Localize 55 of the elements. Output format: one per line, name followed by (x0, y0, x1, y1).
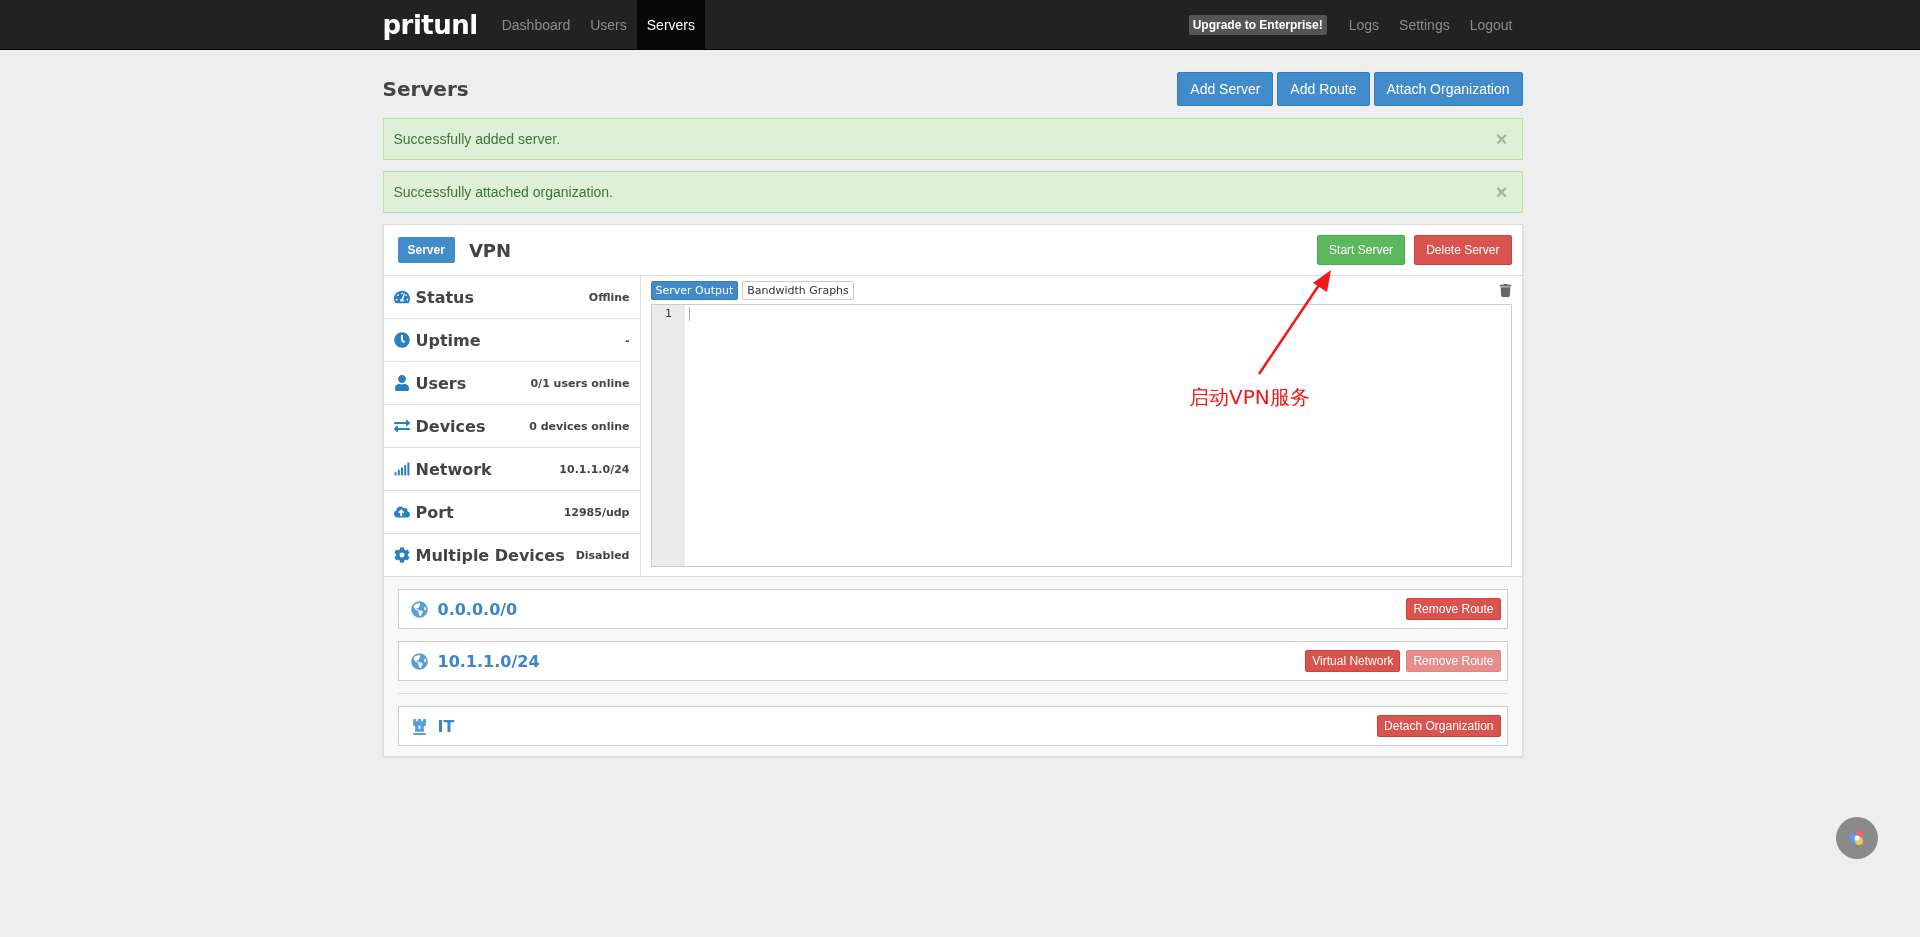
nav-link[interactable]: Users (580, 0, 637, 49)
output-tab[interactable]: Server Output (650, 281, 739, 300)
detach-button[interactable]: Detach Organization (1377, 715, 1501, 737)
page-title: Servers (382, 77, 469, 101)
stat-label: Multiple Devices (415, 545, 566, 565)
stat-value: Disabled (575, 548, 630, 562)
annotation-text: 启动VPN服务 (1189, 384, 1310, 411)
globe-icon (410, 652, 428, 670)
gauge-icon (393, 289, 412, 305)
user-icon (393, 375, 412, 391)
route-network: 10.1.1.0/24 (437, 651, 541, 671)
nav-link[interactable]: Logout (1459, 0, 1523, 49)
cloud-upload-icon (393, 504, 412, 520)
server-name: VPN (468, 239, 512, 261)
organization-name: IT (437, 716, 456, 736)
stat-label: Uptime (415, 330, 482, 350)
stat-value: 10.1.1.0/24 (559, 462, 630, 476)
floating-assistant-button[interactable] (1836, 817, 1878, 859)
signal-bars-icon (393, 461, 412, 477)
server-label: Server (397, 237, 455, 263)
stat-label: Network (415, 459, 493, 479)
server-action-button[interactable]: Delete Server (1414, 235, 1512, 265)
trash-icon[interactable] (1498, 284, 1512, 297)
stat-label: Port (415, 502, 455, 522)
stat-value: 0 devices online (529, 419, 630, 433)
clock-icon (393, 332, 412, 348)
nav-link[interactable]: Dashboard (491, 0, 581, 49)
stat-value: Offline (588, 290, 630, 304)
stat-label: Devices (415, 416, 487, 436)
route-button[interactable]: Virtual Network (1305, 650, 1401, 672)
alert-message: Successfully added server. (393, 131, 561, 147)
route-button[interactable]: Remove Route (1406, 598, 1501, 620)
stat-value: 0/1 users online (530, 376, 630, 390)
route-network: 0.0.0.0/0 (437, 599, 519, 619)
stat-value: 12985/udp (563, 505, 630, 519)
nav-link[interactable]: Logs (1338, 0, 1390, 49)
output-tab[interactable]: Bandwidth Graphs (742, 281, 854, 300)
line-number: 1 (663, 307, 672, 320)
tower-icon (410, 717, 428, 735)
header-button[interactable]: Add Server (1177, 72, 1274, 106)
header-button[interactable]: Add Route (1277, 72, 1370, 106)
arrows-icon (393, 418, 412, 434)
nav-link[interactable]: Servers (636, 0, 705, 49)
globe-icon (410, 600, 428, 618)
stat-value: - (624, 333, 630, 347)
stat-label: Users (415, 373, 468, 393)
text-cursor (688, 307, 690, 321)
server-action-button[interactable]: Start Server (1317, 235, 1406, 265)
header-button[interactable]: Attach Organization (1373, 72, 1523, 106)
brand-logo[interactable]: pritunl (382, 0, 478, 49)
alert-message: Successfully attached organization. (393, 184, 613, 200)
stat-label: Status (415, 287, 476, 307)
upgrade-link[interactable]: Upgrade to Enterprise! (1188, 14, 1327, 35)
gear-icon (393, 547, 412, 563)
nav-link[interactable]: Settings (1389, 0, 1460, 49)
